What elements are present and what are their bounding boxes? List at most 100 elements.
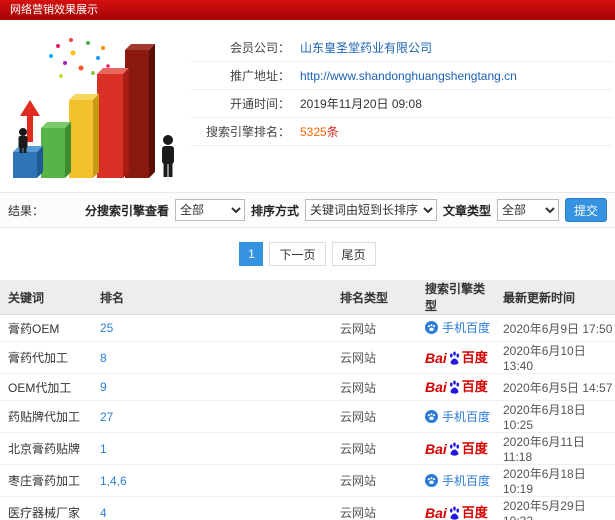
- baidu-cn-label: 百度: [461, 504, 488, 520]
- col-rank-type: 排名类型: [332, 280, 417, 315]
- rank-count-value: 5325条: [300, 123, 339, 140]
- updated-cell: 2020年6月18日 10:19: [495, 464, 615, 497]
- bar-chart-illustration: [0, 28, 190, 186]
- keyword-cell: 医疗器械厂家: [0, 496, 92, 520]
- keyword-cell: OEM代加工: [0, 373, 92, 401]
- open-time-value: 2019年11月20日 09:08: [300, 97, 422, 111]
- mobile-baidu-logo: 手机百度: [425, 319, 490, 336]
- engine-filter-label: 分搜索引擎查看: [84, 203, 169, 218]
- promo-url-label: 推广地址：: [229, 69, 290, 83]
- baidu-wordmark: Bai: [425, 504, 447, 520]
- company-link[interactable]: 山东皇圣堂药业有限公司: [300, 39, 432, 56]
- rank-link[interactable]: 27: [100, 410, 113, 424]
- engine-type-cell: 手机百度 Bai 百度: [417, 464, 495, 497]
- table-header-row: 关键词 排名 排名类型 搜索引擎类型 最新更新时间: [0, 280, 615, 315]
- filter-bar: 结果： 分搜索引擎查看 全部 排序方式 关键词由短到长排序 文章类型 全部 提交: [0, 192, 615, 228]
- engine-type-cell: 手机百度 Bai 百度: [417, 314, 495, 342]
- rank-link[interactable]: 8: [100, 351, 107, 365]
- rank-count-suffix: 条: [326, 125, 339, 139]
- rank-cell: 27: [92, 400, 332, 433]
- page-number-current[interactable]: 1: [239, 242, 264, 266]
- article-type-label: 文章类型: [442, 203, 491, 218]
- rank-link[interactable]: 9: [100, 380, 107, 394]
- rank-link[interactable]: 25: [100, 321, 113, 335]
- baidu-logo: Bai 百度: [425, 441, 488, 456]
- baidu-logo: Bai 百度: [425, 350, 488, 365]
- table-row: 北京膏药贴牌 1 云网站 手机百度 Bai: [0, 432, 615, 465]
- mobile-baidu-logo: 手机百度: [425, 472, 490, 489]
- baidu-logo: Bai 百度: [425, 379, 488, 395]
- updated-cell: 2020年6月11日 11:18: [495, 432, 615, 465]
- article-type-select[interactable]: 全部: [496, 199, 559, 221]
- rank-cell: 4: [92, 496, 332, 520]
- baidu-paw-icon: [449, 442, 459, 456]
- bar-chart-graphic: [12, 38, 174, 178]
- rank-cell: 8: [92, 341, 332, 374]
- mobile-baidu-label: 手机百度: [442, 321, 491, 335]
- engine-type-cell: 手机百度 Bai 百度: [417, 432, 495, 465]
- updated-cell: 2020年6月10日 13:40: [495, 341, 615, 374]
- rank-link[interactable]: 1: [100, 442, 107, 456]
- next-page-button[interactable]: 下一页: [269, 242, 326, 266]
- last-page-button[interactable]: 尾页: [331, 242, 376, 266]
- keyword-cell: 药贴牌代加工: [0, 400, 92, 433]
- table-row: 膏药OEM 25 云网站 手机百度 Bai: [0, 314, 615, 342]
- mobile-baidu-label: 手机百度: [442, 473, 491, 488]
- filter-controls: 分搜索引擎查看 全部 排序方式 关键词由短到长排序 文章类型 全部 提交: [85, 198, 607, 222]
- baidu-cn-label: 百度: [461, 349, 488, 365]
- table-row: 医疗器械厂家 4 云网站 手机百度 Bai: [0, 496, 615, 520]
- keyword-cell: 北京膏药贴牌: [0, 432, 92, 465]
- rank-type-cell: 云网站: [332, 400, 417, 433]
- title-bar: 网络营销效果展示: [0, 0, 615, 20]
- info-row-url: 推广地址： http://www.shandonghuangshengtang.…: [190, 62, 613, 90]
- keyword-cell: 膏药OEM: [0, 314, 92, 342]
- rank-type-cell: 云网站: [332, 341, 417, 374]
- promo-url-link[interactable]: http://www.shandonghuangshengtang.cn: [300, 69, 517, 83]
- rank-count-number: 5325: [300, 125, 327, 139]
- rank-type-cell: 云网站: [332, 314, 417, 342]
- updated-cell: 2020年6月9日 17:50: [495, 314, 615, 342]
- mobile-baidu-paw-icon: [425, 409, 438, 423]
- baidu-logo: Bai 百度: [425, 505, 488, 520]
- member-info: 会员公司： 山东皇圣堂药业有限公司 推广地址： http://www.shand…: [190, 34, 613, 186]
- mobile-baidu-paw-icon: [425, 473, 438, 487]
- results-table-body: 膏药OEM 25 云网站 手机百度 Bai: [0, 314, 615, 520]
- engine-type-cell: 手机百度 Bai 百度: [417, 496, 495, 520]
- updated-cell: 2020年5月29日 10:32: [495, 496, 615, 520]
- col-rank: 排名: [92, 280, 332, 315]
- page-title: 网络营销效果展示: [10, 4, 98, 16]
- col-keyword: 关键词: [0, 280, 92, 315]
- baidu-paw-icon: [449, 351, 459, 365]
- rank-type-cell: 云网站: [332, 432, 417, 465]
- sort-filter-select[interactable]: 关键词由短到长排序: [304, 199, 437, 221]
- rank-type-cell: 云网站: [332, 496, 417, 520]
- company-label: 会员公司：: [229, 41, 290, 55]
- open-time-label: 开通时间：: [229, 97, 290, 111]
- rank-cell: 9: [92, 373, 332, 401]
- mobile-baidu-logo: 手机百度: [425, 408, 490, 425]
- baidu-paw-icon: [449, 380, 459, 394]
- info-row-company: 会员公司： 山东皇圣堂药业有限公司: [190, 34, 613, 62]
- table-row: OEM代加工 9 云网站 手机百度 Bai: [0, 373, 615, 401]
- rank-cell: 1,4,6: [92, 464, 332, 497]
- rank-link[interactable]: 1,4,6: [100, 474, 127, 488]
- businessman-right: [161, 135, 174, 177]
- engine-type-cell: 手机百度 Bai 百度: [417, 373, 495, 401]
- rank-cell: 1: [92, 432, 332, 465]
- updated-cell: 2020年6月5日 14:57: [495, 373, 615, 401]
- rank-count-label: 搜索引擎排名：: [205, 125, 290, 139]
- submit-button[interactable]: 提交: [564, 198, 607, 222]
- engine-type-cell: 手机百度 Bai 百度: [417, 341, 495, 374]
- keyword-cell: 枣庄膏药加工: [0, 464, 92, 497]
- results-table: 关键词 排名 排名类型 搜索引擎类型 最新更新时间 膏药OEM 25 云网站 手…: [0, 280, 615, 520]
- engine-filter-select[interactable]: 全部: [174, 199, 245, 221]
- baidu-paw-icon: [449, 506, 459, 520]
- info-row-rank-count: 搜索引擎排名： 5325条: [190, 118, 613, 146]
- sort-filter-label: 排序方式: [250, 203, 299, 218]
- table-row: 膏药代加工 8 云网站 手机百度 Bai: [0, 341, 615, 374]
- rank-link[interactable]: 4: [100, 506, 107, 520]
- baidu-wordmark: Bai: [425, 379, 447, 395]
- table-row: 药贴牌代加工 27 云网站 手机百度 Bai: [0, 400, 615, 433]
- rank-type-cell: 云网站: [332, 373, 417, 401]
- col-updated: 最新更新时间: [495, 280, 615, 315]
